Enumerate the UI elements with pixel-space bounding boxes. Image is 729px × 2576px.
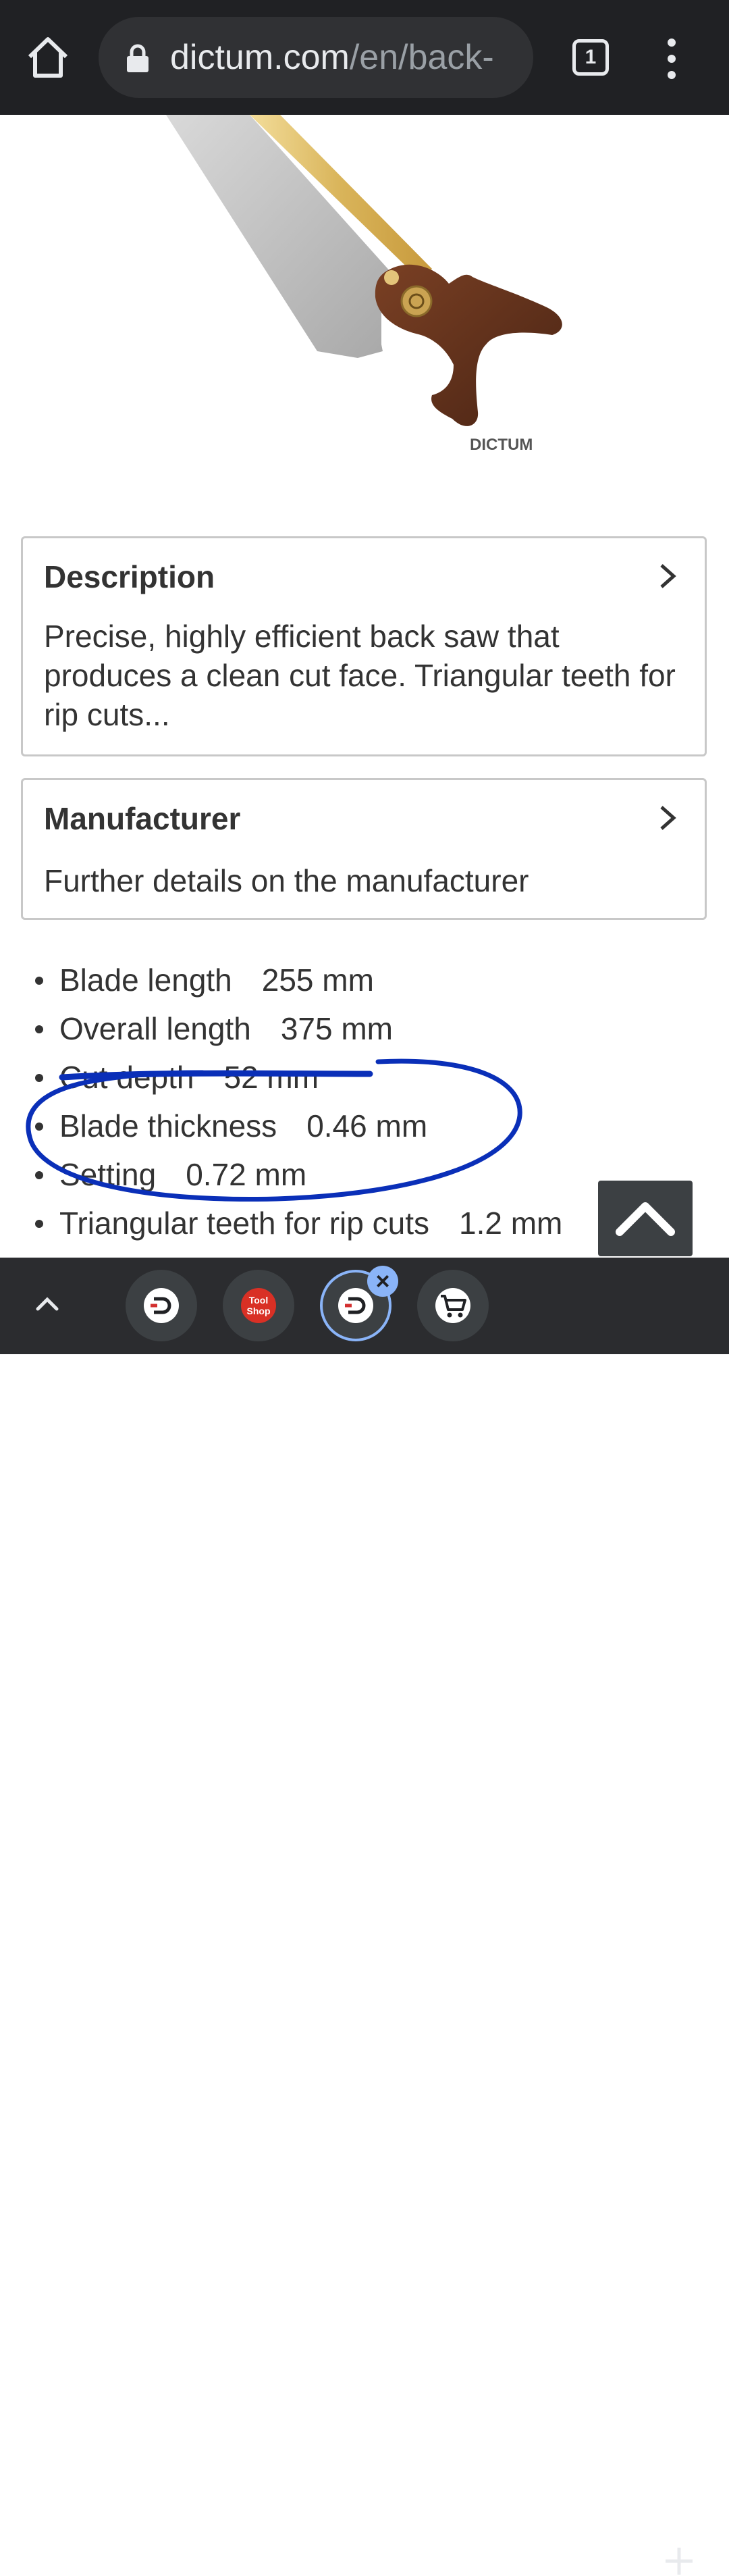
manufacturer-text: Further details on the manufacturer — [44, 863, 529, 898]
manufacturer-card[interactable]: Manufacturer Further details on the manu… — [21, 778, 707, 920]
spec-value: 0.72 mm — [186, 1157, 307, 1192]
spec-item: Triangular teeth for rip cuts 1.2 mm — [35, 1199, 562, 1247]
chevron-right-icon — [660, 806, 676, 830]
spec-value: 375 mm — [280, 1011, 393, 1046]
spec-label: Cut depth — [59, 1060, 194, 1095]
more-vert-icon[interactable] — [662, 37, 682, 80]
toolshop-logo-icon: Tool Shop — [247, 1295, 271, 1316]
manufacturer-title: Manufacturer — [44, 801, 241, 836]
spec-value: 1.2 mm — [458, 1206, 563, 1241]
spec-value: 0.46 mm — [306, 1108, 428, 1143]
svg-text:Shop: Shop — [247, 1306, 271, 1316]
saw-medallion — [400, 285, 433, 317]
brand-watermark: DICTUM — [470, 436, 533, 454]
tab-toolshop[interactable]: Tool Shop — [223, 1270, 294, 1341]
new-tab-plus-icon[interactable] — [664, 2546, 694, 2576]
back-to-top-button[interactable] — [598, 1181, 693, 1256]
spec-label: Blade length — [59, 962, 232, 998]
product-image: DICTUM — [166, 115, 562, 454]
browser-toolbar: dictum.com/en/back- 1 — [0, 0, 729, 115]
saw-handle — [375, 264, 562, 426]
chevron-up-icon — [616, 1202, 675, 1236]
chevron-right-icon — [660, 564, 676, 588]
spec-value: 255 mm — [261, 962, 374, 998]
tab-switcher-button[interactable]: 1 — [572, 39, 609, 76]
svg-text:Tool: Tool — [249, 1295, 269, 1306]
description-text: Precise, highly efficient back saw that … — [44, 619, 676, 732]
spec-label: Setting — [59, 1157, 157, 1192]
spec-label: Triangular teeth for rip cuts — [59, 1206, 429, 1241]
spec-label: Overall length — [59, 1011, 251, 1046]
tab-cart[interactable] — [417, 1270, 489, 1341]
spec-item: Setting 0.72 mm — [35, 1150, 306, 1199]
spec-value: 52 mm — [223, 1060, 319, 1095]
spec-item: Cut depth 52 mm — [35, 1053, 319, 1102]
saw-screw — [384, 270, 399, 285]
description-card[interactable]: Description Precise, highly efficient ba… — [21, 536, 707, 756]
tab-dictum[interactable] — [126, 1270, 197, 1341]
home-icon[interactable] — [24, 34, 72, 81]
cart-icon — [441, 1295, 466, 1318]
spec-item: Blade length 255 mm — [35, 956, 374, 1004]
saw-blade — [166, 115, 392, 358]
spec-item: Blade thickness 0.46 mm — [35, 1102, 427, 1150]
lock-icon — [127, 44, 148, 72]
close-tab-icon[interactable]: × — [367, 1266, 398, 1297]
chevron-up-icon[interactable] — [34, 1293, 61, 1313]
spec-item: Overall length 375 mm — [35, 1004, 393, 1053]
description-title: Description — [44, 559, 215, 594]
dictum-logo-icon — [151, 1297, 171, 1314]
dictum-logo-icon — [345, 1297, 366, 1314]
url-text: dictum.com/en/back- — [170, 38, 494, 77]
address-bar[interactable]: dictum.com/en/back- — [99, 17, 533, 98]
spec-label: Blade thickness — [59, 1108, 277, 1143]
